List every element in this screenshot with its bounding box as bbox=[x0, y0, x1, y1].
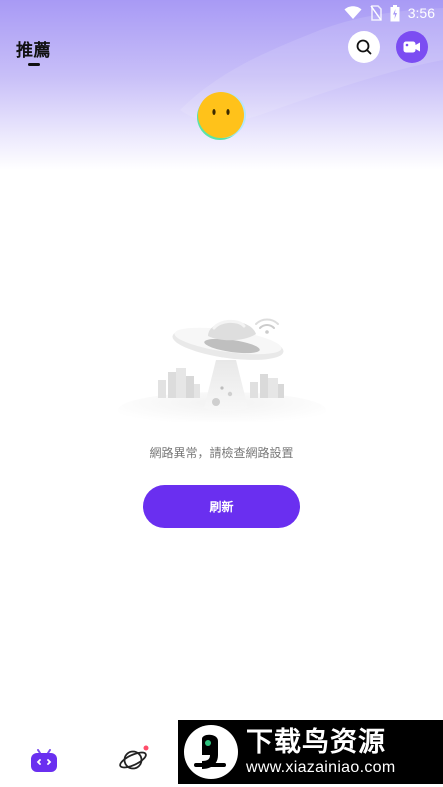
watermark-url: www.xiazainiao.com bbox=[246, 759, 396, 776]
watermark-banner: 下载鸟资源 www.xiazainiao.com bbox=[178, 720, 443, 784]
search-icon bbox=[356, 39, 372, 55]
refresh-button[interactable]: 刷新 bbox=[143, 485, 300, 528]
search-button[interactable] bbox=[348, 31, 380, 63]
tab-recommend-title[interactable]: 推薦 bbox=[16, 36, 51, 61]
status-time: 3:56 bbox=[407, 5, 435, 21]
home-tv-icon bbox=[31, 749, 57, 772]
active-tab-indicator bbox=[28, 63, 40, 66]
notification-dot bbox=[143, 745, 149, 751]
wifi-icon bbox=[344, 6, 362, 19]
mascot-face-icon bbox=[197, 92, 246, 140]
no-sim-icon bbox=[370, 5, 382, 21]
header-decoration bbox=[180, 8, 443, 122]
planet-icon bbox=[119, 745, 149, 770]
watermark-title: 下载鸟资源 bbox=[246, 727, 386, 758]
network-error-message: 網路異常，請檢查網路設置 bbox=[149, 446, 294, 460]
video-camera-icon bbox=[403, 41, 420, 53]
video-record-button[interactable] bbox=[396, 31, 428, 63]
watermark-bird-logo bbox=[184, 725, 238, 779]
ufo-illustration bbox=[118, 318, 326, 422]
tab-home[interactable] bbox=[30, 749, 58, 777]
status-bar: 3:56 bbox=[344, 2, 435, 24]
battery-icon bbox=[390, 4, 400, 21]
tab-explore[interactable] bbox=[118, 745, 150, 777]
